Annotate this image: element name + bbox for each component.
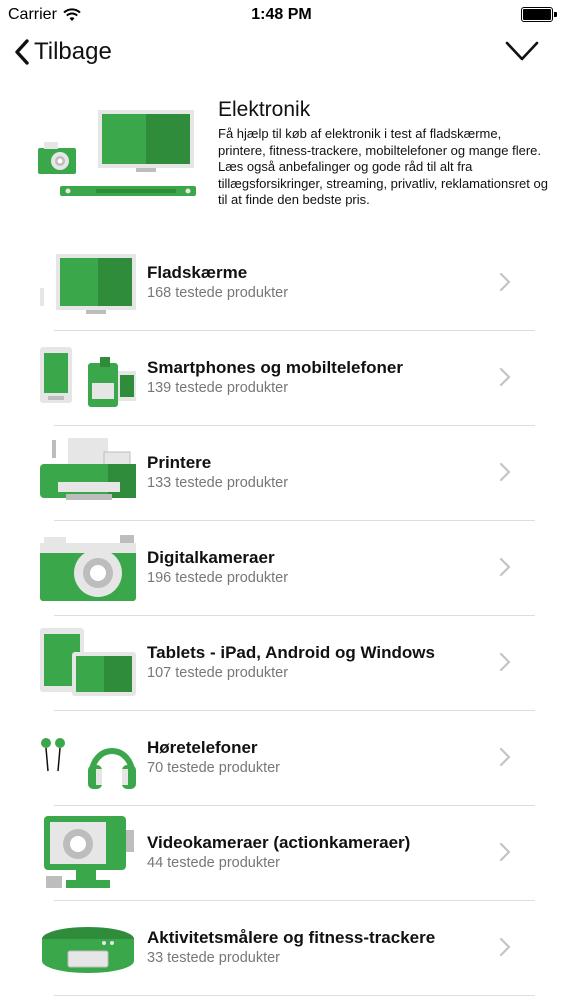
battery-icon bbox=[521, 7, 557, 22]
list-item-count: 44 testede produkter bbox=[147, 855, 281, 871]
action-camera-icon bbox=[44, 816, 134, 888]
list-item-fladskaerme[interactable]: Fladskærme 168 testede produkter bbox=[0, 236, 563, 331]
list-item-count: 168 testede produkter bbox=[147, 285, 289, 301]
list-item-text: Tablets - iPad, Android og Windows 107 t… bbox=[147, 643, 435, 681]
list-item-title: Digitalkameraer bbox=[147, 548, 275, 567]
list-item-videokameraer[interactable]: Videokameraer (actionkameraer) 44 tested… bbox=[0, 806, 563, 901]
list-item-title: Smartphones og mobiltelefoner bbox=[147, 358, 403, 377]
list-item-count: 133 testede produkter bbox=[147, 475, 289, 491]
list-item-count: 107 testede produkter bbox=[147, 665, 289, 681]
chevron-down-icon bbox=[505, 41, 539, 61]
chevron-right-icon bbox=[499, 557, 511, 577]
nav-bar: Tilbage bbox=[0, 30, 563, 86]
chevron-left-icon bbox=[15, 39, 29, 65]
list-item-digitalkameraer[interactable]: Digitalkameraer 196 testede produkter bbox=[0, 521, 563, 616]
list-item-count: 139 testede produkter bbox=[147, 380, 289, 396]
list-item-count: 33 testede produkter bbox=[147, 950, 281, 966]
list-item-aktivitetsmaalere[interactable]: Aktivitetsmålere og fitness-trackere 33 … bbox=[0, 901, 563, 996]
chevron-right-icon bbox=[499, 842, 511, 862]
fitness-tracker-icon bbox=[42, 927, 134, 973]
list-item-tablets[interactable]: Tablets - iPad, Android og Windows 107 t… bbox=[0, 616, 563, 711]
list-item-title: Aktivitetsmålere og fitness-trackere bbox=[147, 928, 436, 947]
status-bar: Carrier 1:48 PM bbox=[0, 0, 563, 30]
category-header: Elektronik Få hjælp til køb af elektroni… bbox=[0, 96, 563, 236]
list-divider bbox=[54, 995, 535, 996]
electronics-illustration bbox=[38, 110, 196, 196]
smartphone-icon bbox=[40, 347, 136, 407]
list-item-count: 70 testede produkter bbox=[147, 760, 281, 776]
back-label: Tilbage bbox=[34, 38, 112, 65]
chevron-right-icon bbox=[499, 937, 511, 957]
list-item-count: 196 testede produkter bbox=[147, 570, 289, 586]
list-item-text: Digitalkameraer 196 testede produkter bbox=[147, 548, 288, 586]
list-item-text: Videokameraer (actionkameraer) 44 tested… bbox=[147, 833, 410, 871]
list-item-title: Høretelefoner bbox=[147, 738, 258, 757]
list-item-smartphones[interactable]: Smartphones og mobiltelefoner 139 tested… bbox=[0, 331, 563, 426]
page-description: Få hjælp til køb af elektronik i test af… bbox=[218, 126, 548, 207]
list-item-text: Aktivitetsmålere og fitness-trackere 33 … bbox=[147, 928, 435, 966]
tv-icon bbox=[40, 254, 136, 314]
list-item-horetelefoner[interactable]: Høretelefoner 70 testede produkter bbox=[0, 711, 563, 806]
collapse-button[interactable] bbox=[505, 40, 539, 67]
chevron-right-icon bbox=[499, 272, 511, 292]
list-item-title: Printere bbox=[147, 453, 212, 472]
printer-icon bbox=[40, 438, 136, 500]
list-item-text: Høretelefoner 70 testede produkter bbox=[147, 738, 280, 776]
back-button[interactable]: Tilbage bbox=[14, 38, 112, 66]
status-time: 1:48 PM bbox=[251, 6, 312, 23]
list-item-text: Printere 133 testede produkter bbox=[147, 453, 288, 491]
header-text: Elektronik Få hjælp til køb af elektroni… bbox=[218, 98, 548, 209]
page-title: Elektronik bbox=[218, 98, 311, 121]
chevron-right-icon bbox=[499, 367, 511, 387]
headphones-icon bbox=[41, 738, 136, 789]
list-item-title: Videokameraer (actionkameraer) bbox=[147, 833, 411, 852]
list-item-text: Fladskærme 168 testede produkter bbox=[147, 263, 288, 301]
list-item-title: Tablets - iPad, Android og Windows bbox=[147, 643, 435, 662]
chevron-right-icon bbox=[499, 747, 511, 767]
camera-icon bbox=[40, 535, 136, 601]
list-item-title: Fladskærme bbox=[147, 263, 248, 282]
tablet-icon bbox=[40, 628, 136, 696]
chevron-right-icon bbox=[499, 462, 511, 482]
category-list: Fladskærme 168 testede produkter Smartph… bbox=[0, 236, 563, 996]
chevron-right-icon bbox=[499, 652, 511, 672]
list-item-text: Smartphones og mobiltelefoner 139 tested… bbox=[147, 358, 403, 396]
list-item-printere[interactable]: Printere 133 testede produkter bbox=[0, 426, 563, 521]
